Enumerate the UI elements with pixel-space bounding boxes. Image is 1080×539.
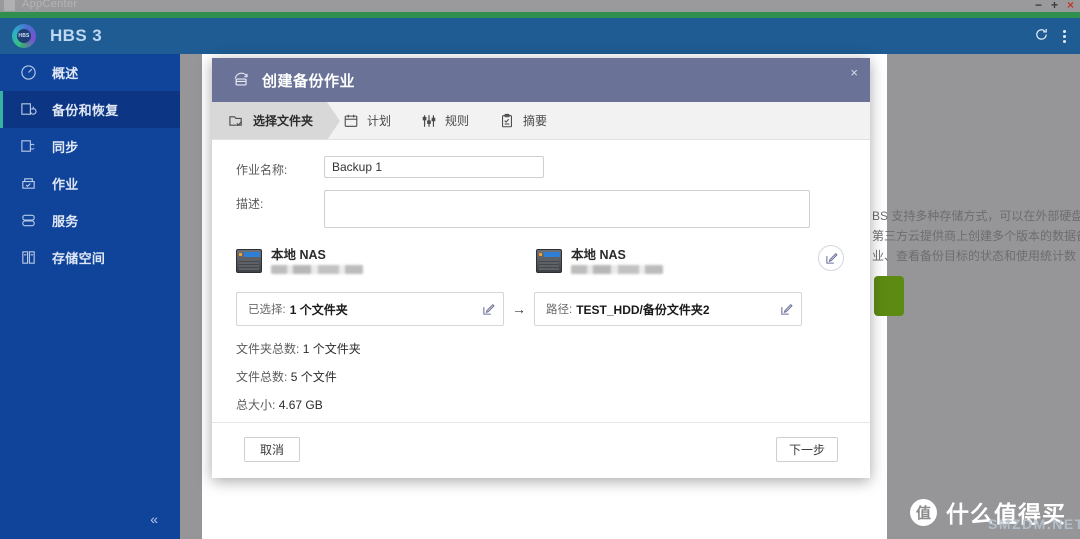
target-endpoint-text: 本地 NAS [571,248,663,274]
sidebar-item-label: 备份和恢复 [52,100,119,119]
edit-destination-button[interactable] [818,245,844,271]
files-total-value: 5 个文件 [291,370,337,384]
minimize-icon[interactable]: − [1035,0,1042,11]
app-title: HBS 3 [50,26,102,46]
target-path-value: TEST_HDD/备份文件夹2 [576,301,709,318]
app-header: HBS HBS 3 [0,18,1080,54]
appcenter-icon [4,0,15,11]
folders-total-label: 文件夹总数: [236,342,299,356]
more-vertical-icon[interactable] [1063,30,1066,43]
source-path-value: 1 个文件夹 [290,301,348,318]
os-window-title: AppCenter [22,0,77,10]
app-root: AppCenter − + × HBS HBS 3 [0,0,1080,539]
sidebar-item-sync[interactable]: 同步 [0,128,180,165]
target-endpoint-name: 本地 NAS [571,248,663,263]
background-green-button[interactable] [874,276,904,316]
sidebar-collapse-button[interactable]: « [0,499,180,539]
step-summary[interactable]: 摘要 [483,102,561,139]
edit-target-path-icon[interactable] [780,303,793,316]
gauge-icon [18,63,38,83]
description-row: 描述: [236,190,846,228]
watermark-sub: SMZDM.NET [988,516,1080,532]
edit-source-path-icon[interactable] [482,303,495,316]
job-name-input[interactable] [324,156,544,178]
files-total-row: 文件总数: 5 个文件 [236,368,846,385]
background-description: BS 支持多种存储方式，可以在外部硬盘、第三方云提供商上创建多个版本的数据备作业… [872,206,1080,266]
source-endpoint[interactable]: 本地 NAS [236,248,536,274]
sidebar-item-label: 概述 [52,63,79,82]
service-icon [18,211,38,231]
dialog-body: 作业名称: 描述: 本地 NAS [212,140,870,476]
step-rules[interactable]: 规则 [405,102,483,139]
dialog-close-icon[interactable]: × [850,66,858,79]
cancel-button[interactable]: 取消 [244,437,300,462]
hbs-logo-icon: HBS [12,24,36,48]
header-actions [1034,27,1066,45]
source-endpoint-subtitle-redacted [271,265,363,274]
total-size-label: 总大小: [236,398,275,412]
maximize-icon[interactable]: + [1051,0,1058,11]
backup-restore-icon [18,100,38,120]
dialog-title: 创建备份作业 [262,70,355,91]
target-path-box[interactable]: 路径: TEST_HDD/备份文件夹2 [534,292,802,326]
endpoints-row: 本地 NAS 本地 NAS [236,242,846,280]
source-path-label: 已选择: [248,301,286,317]
direction-arrow-icon: → [504,301,534,317]
dialog-footer: 取消 下一步 [212,422,870,476]
nas-device-icon [236,249,262,273]
sidebar-item-overview[interactable]: 概述 [0,54,180,91]
sidebar-item-label: 服务 [52,211,79,230]
source-path-box[interactable]: 已选择: 1 个文件夹 [236,292,504,326]
sidebar-item-backup-restore[interactable]: 备份和恢复 [0,91,180,128]
hbs-logo-text: HBS [17,29,31,43]
folders-total-value: 1 个文件夹 [303,342,361,356]
refresh-icon[interactable] [1034,27,1049,45]
source-endpoint-text: 本地 NAS [271,248,363,274]
watermark: 值 什么值得买 SMZDM.NET [910,495,1066,529]
sidebar-item-services[interactable]: 服务 [0,202,180,239]
job-icon [18,174,38,194]
storage-icon [18,248,38,268]
source-endpoint-name: 本地 NAS [271,248,363,263]
backup-job-icon [232,71,252,89]
clipboard-check-icon [499,113,515,129]
step-label: 计划 [367,112,391,129]
total-size-row: 总大小: 4.67 GB [236,396,846,413]
sidebar-item-label: 存储空间 [52,248,105,267]
step-select-folder[interactable]: 选择文件夹 [212,102,327,139]
sidebar-item-storage[interactable]: 存储空间 [0,239,180,276]
step-label: 规则 [445,112,469,129]
sidebar-item-jobs[interactable]: 作业 [0,165,180,202]
close-icon[interactable]: × [1067,0,1074,11]
description-textarea[interactable] [324,190,810,228]
description-label: 描述: [236,190,324,212]
calendar-icon [343,113,359,129]
watermark-text: 什么值得买 SMZDM.NET [946,495,1066,529]
paths-row: 已选择: 1 个文件夹 → 路径: TEST_HDD/备份文件夹2 [236,292,846,326]
target-endpoint[interactable]: 本地 NAS [536,248,836,274]
os-title-bar: AppCenter − + × [0,0,1080,12]
step-label: 选择文件夹 [253,112,313,129]
folders-total-row: 文件夹总数: 1 个文件夹 [236,340,846,357]
sidebar: 概述 备份和恢复 同步 作业 [0,54,180,539]
target-path-label: 路径: [546,301,572,317]
sliders-icon [421,113,437,129]
files-total-label: 文件总数: [236,370,287,384]
job-name-label: 作业名称: [236,156,324,178]
job-name-row: 作业名称: [236,156,846,178]
next-button[interactable]: 下一步 [776,437,838,462]
smzdm-logo-icon: 值 [910,499,937,526]
nas-device-icon [536,249,562,273]
sidebar-item-label: 同步 [52,137,79,156]
dialog-header: 创建备份作业 × [212,58,870,102]
wizard-steps: 选择文件夹 计划 [212,102,870,140]
sync-icon [18,137,38,157]
folder-check-icon [228,113,245,129]
sidebar-item-label: 作业 [52,174,79,193]
window-controls: − + × [1035,0,1074,11]
target-endpoint-subtitle-redacted [571,265,663,274]
create-backup-job-dialog: 创建备份作业 × 选择文件夹 计划 [212,58,870,478]
total-size-value: 4.67 GB [279,398,323,412]
step-label: 摘要 [523,112,547,129]
